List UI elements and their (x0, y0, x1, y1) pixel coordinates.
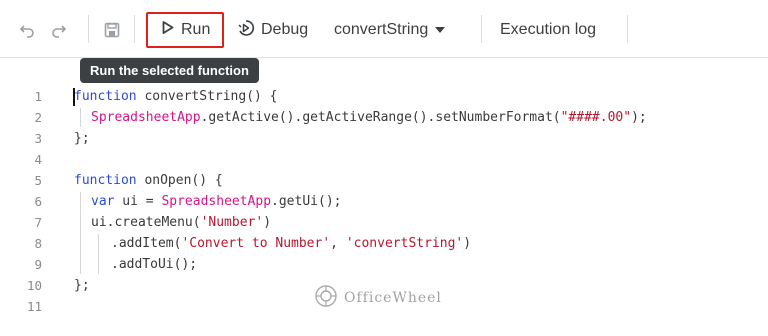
watermark: OfficeWheel (314, 283, 442, 313)
code-text: SpreadsheetApp.getActive().getActiveRang… (91, 110, 647, 125)
code-line: 8 .addItem('Convert to Number', 'convert… (0, 233, 768, 254)
toolbar-divider (134, 15, 135, 43)
debug-icon (237, 19, 255, 42)
line-number: 7 (34, 215, 42, 230)
code-text: .addToUi(); (111, 257, 198, 272)
line-number: 3 (34, 131, 42, 146)
code-line: 1 function convertString() { (0, 86, 768, 107)
line-number: 11 (26, 299, 42, 314)
line-number: 8 (34, 236, 42, 251)
run-tooltip: Run the selected function (80, 58, 259, 83)
indent-guide (80, 108, 81, 127)
indent-guide (98, 234, 99, 274)
watermark-logo-icon (314, 284, 338, 313)
code-line: 4 (0, 149, 768, 170)
code-text: ui.createMenu('Number') (91, 215, 272, 230)
play-icon (162, 21, 174, 39)
code-text: }; (74, 131, 90, 146)
function-selector[interactable]: convertString (334, 12, 446, 48)
line-number: 6 (34, 194, 42, 209)
code-text: function convertString() { (74, 89, 278, 104)
indent-guide (80, 192, 81, 274)
run-button[interactable]: Run (146, 12, 224, 48)
code-text: var ui = SpreadsheetApp.getUi(); (91, 194, 342, 209)
code-text: function onOpen() { (74, 173, 223, 188)
code-line: 2 SpreadsheetApp.getActive().getActiveRa… (0, 107, 768, 128)
undo-icon[interactable] (18, 21, 36, 39)
code-line: 7 ui.createMenu('Number') (0, 212, 768, 233)
toolbar-divider (627, 15, 628, 43)
debug-button[interactable]: Debug (237, 12, 308, 48)
line-number: 1 (34, 89, 42, 104)
debug-label: Debug (261, 21, 309, 38)
execution-log-label: Execution log (500, 21, 597, 38)
code-line: 6 var ui = SpreadsheetApp.getUi(); (0, 191, 768, 212)
toolbar-divider (481, 15, 482, 43)
save-icon[interactable] (103, 21, 121, 39)
code-line: 3 }; (0, 128, 768, 149)
line-number: 10 (26, 278, 42, 293)
run-label: Run (181, 21, 211, 38)
line-number: 2 (34, 110, 42, 125)
code-line: 9 .addToUi(); (0, 254, 768, 275)
line-number: 5 (34, 173, 42, 188)
line-number: 9 (34, 257, 42, 272)
redo-icon[interactable] (50, 21, 68, 39)
watermark-text: OfficeWheel (344, 290, 442, 306)
function-selector-label: convertString (334, 21, 429, 38)
execution-log-button[interactable]: Execution log (500, 12, 596, 48)
code-text: .addItem('Convert to Number', 'convertSt… (111, 236, 472, 251)
toolbar-divider (88, 15, 89, 43)
line-number: 4 (34, 152, 42, 167)
text-cursor (73, 88, 75, 106)
code-line: 5 function onOpen() { (0, 170, 768, 191)
code-text: }; (74, 278, 90, 293)
editor-toolbar: Run Debug convertString Execution log (0, 0, 768, 58)
dropdown-arrow-icon (434, 21, 446, 39)
